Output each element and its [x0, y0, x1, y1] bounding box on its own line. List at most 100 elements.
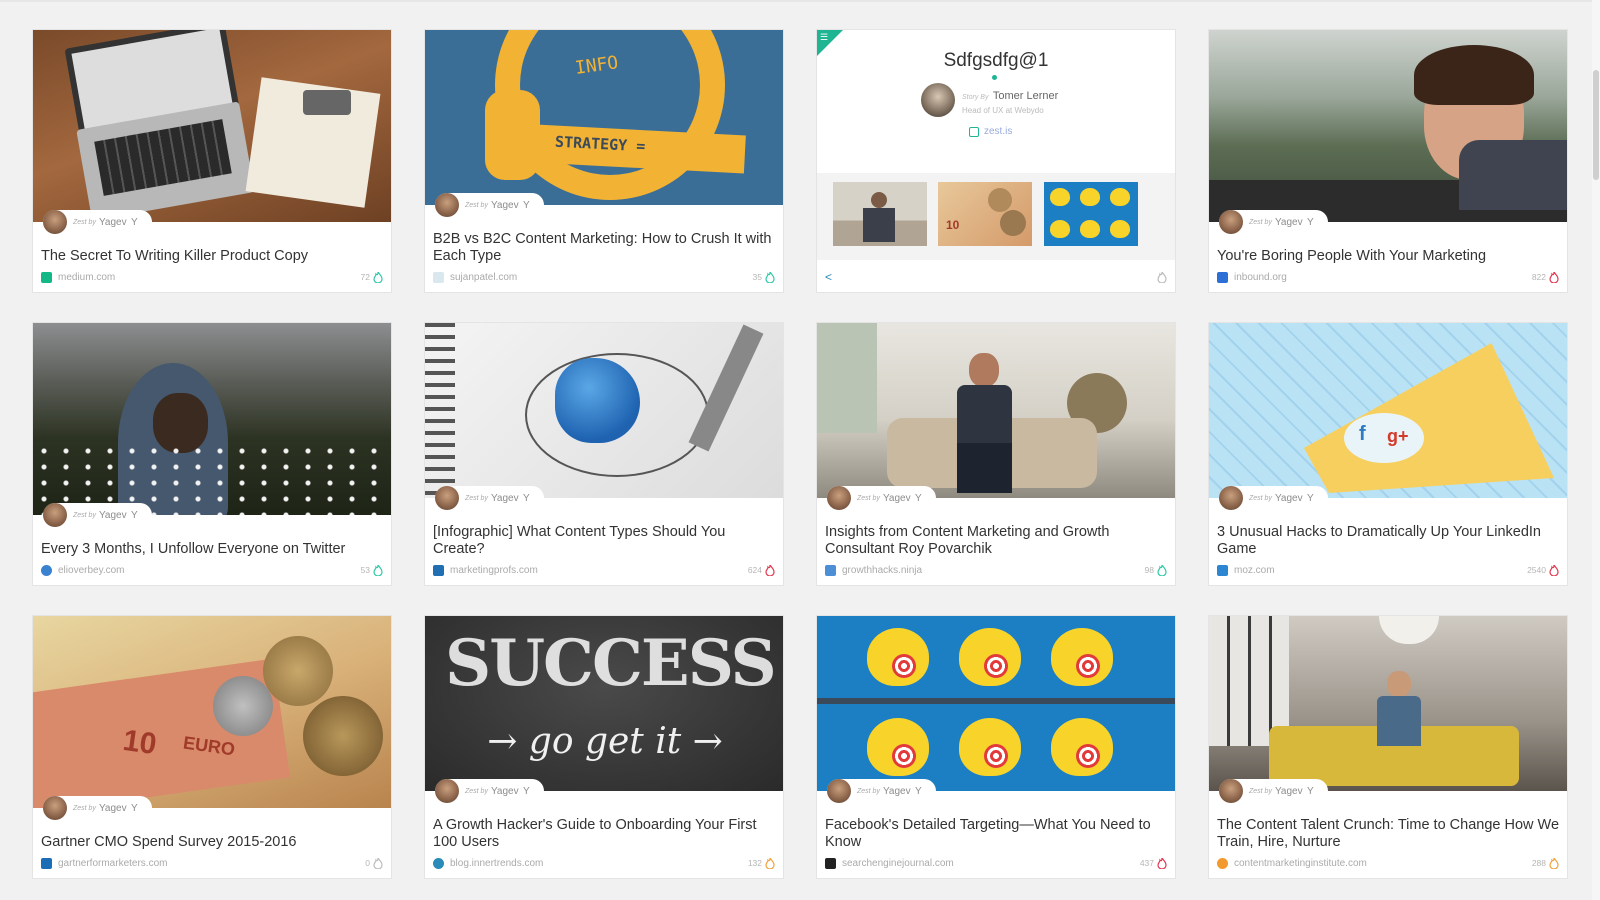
content-card[interactable]: Zest by Yagev Y The Content Talent Crunch… — [1208, 615, 1568, 879]
source-link[interactable]: inbound.org — [1234, 272, 1532, 283]
page-scrollbar[interactable] — [1592, 0, 1600, 900]
flame-icon[interactable] — [1549, 857, 1559, 869]
flame-icon[interactable] — [1157, 564, 1167, 576]
card-title[interactable]: The Content Talent Crunch: Time to Chang… — [1217, 817, 1559, 851]
source-link[interactable]: growthhacks.ninja — [842, 565, 1145, 576]
card-image-man-sofa[interactable] — [817, 323, 1175, 498]
sej-icon — [825, 857, 836, 869]
card-image-laptop-desk[interactable] — [33, 30, 391, 222]
card-image-paper-lightbulb[interactable] — [425, 323, 783, 498]
content-card[interactable]: Zest by Yagev Y Every 3 Months, I Unfollo… — [32, 322, 392, 586]
curator-name[interactable]: Yagev — [883, 786, 911, 797]
curator-badge[interactable]: Zest by Yagev Y — [1219, 779, 1328, 803]
curator-name[interactable]: Yagev — [99, 510, 127, 521]
curator-badge[interactable]: Zest by Yagev Y — [827, 779, 936, 803]
curator-badge[interactable]: Zest by Yagev Y — [1219, 486, 1328, 510]
curator-name[interactable]: Yagev — [99, 217, 127, 228]
curator-badge[interactable]: Zest by Yagev Y — [435, 486, 544, 510]
curator-name[interactable]: Yagev — [99, 803, 127, 814]
content-card[interactable]: Zest by Yagev Y Insights from Content Mar… — [816, 322, 1176, 586]
card-title[interactable]: The Secret To Writing Killer Product Cop… — [41, 248, 383, 265]
story-thumb-man[interactable] — [833, 182, 927, 246]
curator-name[interactable]: Yagev — [883, 493, 911, 504]
curator-name[interactable]: Yagev — [1275, 493, 1303, 504]
card-title[interactable]: Insights from Content Marketing and Grow… — [825, 524, 1167, 558]
curator-name[interactable]: Yagev — [491, 786, 519, 797]
flame-icon[interactable] — [765, 271, 775, 283]
source-link[interactable]: sujanpatel.com — [450, 272, 753, 283]
card-image-hooded-flowers[interactable] — [33, 323, 391, 515]
curator-badge[interactable]: Zest by Yagev Y — [435, 779, 544, 803]
curator-avatar — [435, 779, 459, 803]
curator-badge[interactable]: Zest by Yagev Y — [435, 193, 544, 217]
card-footer: sujanpatel.com 35 — [433, 271, 775, 283]
curator-name[interactable]: Yagev — [1275, 786, 1303, 797]
curator-name[interactable]: Yagev — [491, 493, 519, 504]
curator-prefix: Zest by — [857, 787, 880, 795]
card-image-megaphone[interactable]: f g+ — [1209, 323, 1567, 498]
card-title[interactable]: Facebook's Detailed Targeting—What You N… — [825, 817, 1167, 851]
curator-badge[interactable]: Zest by Yagev Y — [827, 486, 936, 510]
card-image-duck-targets[interactable] — [817, 616, 1175, 791]
flame-icon[interactable] — [1549, 564, 1559, 576]
content-card[interactable]: f g+ Zest by Yagev Y 3 Unusual Hacks to D… — [1208, 322, 1568, 586]
source-link[interactable]: elioverbey.com — [58, 565, 361, 576]
curator-badge[interactable]: Zest by Yagev Y — [43, 503, 152, 527]
curator-name[interactable]: Yagev — [491, 200, 519, 211]
flame-icon[interactable] — [765, 564, 775, 576]
card-image-chalkboard-success[interactable]: SUCCESS → go get it → — [425, 616, 783, 791]
flame-outline-icon[interactable] — [1157, 271, 1167, 283]
story-card[interactable]: ☰ Sdfgsdfg@1 Story By Tomer Lerner Head … — [816, 29, 1176, 293]
flame-icon[interactable] — [373, 271, 383, 283]
story-list-icon: ☰ — [820, 32, 829, 42]
source-link[interactable]: marketingprofs.com — [450, 565, 748, 576]
card-title[interactable]: 3 Unusual Hacks to Dramatically Up Your … — [1217, 524, 1559, 558]
card-footer: searchenginejournal.com 437 — [825, 857, 1167, 869]
curator-badge[interactable]: Zest by Yagev Y — [43, 796, 152, 820]
card-title[interactable]: B2B vs B2C Content Marketing: How to Cru… — [433, 231, 775, 265]
content-card[interactable]: Zest by Yagev Y Facebook's Detailed Targe… — [816, 615, 1176, 879]
curator-badge[interactable]: Zest by Yagev Y — [1219, 210, 1328, 234]
flame-icon[interactable] — [1549, 271, 1559, 283]
source-link[interactable]: contentmarketinginstitute.com — [1234, 858, 1532, 869]
content-card[interactable]: Zest by Yagev Y The Secret To Writing Kil… — [32, 29, 392, 293]
source-link[interactable]: blog.innertrends.com — [450, 858, 748, 869]
scrollbar-thumb[interactable] — [1593, 70, 1599, 180]
flame-icon[interactable] — [373, 857, 383, 869]
card-image-office-sofa[interactable] — [1209, 616, 1567, 791]
content-card[interactable]: Zest by Yagev Y [Infographic] What Conten… — [424, 322, 784, 586]
story-author-name[interactable]: Tomer Lerner — [993, 90, 1058, 102]
curator-badge[interactable]: Zest by Yagev Y — [43, 210, 152, 234]
share-icon[interactable]: < — [825, 270, 832, 284]
story-thumb-ducks[interactable] — [1044, 182, 1138, 246]
story-thumb-money[interactable]: 10 — [938, 182, 1032, 246]
card-image-strategy[interactable]: INFO STRATEGY = — [425, 30, 783, 205]
flame-icon[interactable] — [1157, 857, 1167, 869]
card-title[interactable]: A Growth Hacker's Guide to Onboarding Yo… — [433, 817, 775, 851]
card-footer: contentmarketinginstitute.com 288 — [1217, 857, 1559, 869]
flame-icon[interactable] — [373, 564, 383, 576]
card-title[interactable]: [Infographic] What Content Types Should … — [433, 524, 775, 558]
curator-initial: Y — [523, 492, 530, 504]
card-title[interactable]: You're Boring People With Your Marketing — [1217, 248, 1559, 265]
content-card[interactable]: INFO STRATEGY = Zest by Yagev Y B2B vs B2… — [424, 29, 784, 293]
story-title[interactable]: Sdfgsdfg@1 — [817, 50, 1175, 72]
zestis-link[interactable]: zest.is — [969, 126, 1012, 137]
card-image-boy-window[interactable] — [1209, 30, 1567, 222]
card-footer: growthhacks.ninja 98 — [825, 564, 1167, 576]
source-link[interactable]: moz.com — [1234, 565, 1527, 576]
card-image-euro-money[interactable]: 10 EURO — [33, 616, 391, 808]
source-link[interactable]: searchenginejournal.com — [842, 858, 1140, 869]
curator-avatar — [1219, 486, 1243, 510]
content-card[interactable]: 10 EURO Zest by Yagev Y Gartner CMO Spend… — [32, 615, 392, 879]
content-card[interactable]: SUCCESS → go get it → Zest by Yagev Y A G… — [424, 615, 784, 879]
card-title[interactable]: Gartner CMO Spend Survey 2015-2016 — [41, 834, 383, 851]
source-link[interactable]: gartnerformarketers.com — [58, 858, 365, 869]
curator-name[interactable]: Yagev — [1275, 217, 1303, 228]
card-title[interactable]: Every 3 Months, I Unfollow Everyone on T… — [41, 541, 383, 558]
story-author[interactable]: Story By Tomer Lerner Head of UX at Weby… — [921, 83, 1058, 117]
flame-icon[interactable] — [765, 857, 775, 869]
curator-prefix: Zest by — [857, 494, 880, 502]
source-link[interactable]: medium.com — [58, 272, 361, 283]
content-card[interactable]: Zest by Yagev Y You're Boring People With… — [1208, 29, 1568, 293]
